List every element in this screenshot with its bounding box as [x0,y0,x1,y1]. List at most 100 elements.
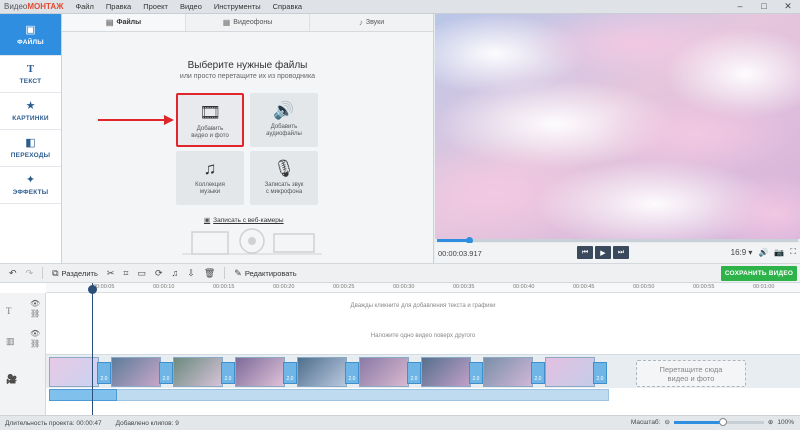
transition-marker[interactable]: 2.0 [345,362,359,384]
text-icon: T [26,63,35,75]
video-clip-thumbnail[interactable] [173,357,223,387]
transition-marker[interactable]: 2.0 [221,362,235,384]
toolbar-divider [224,267,226,279]
preview-timecode: 00:00:03.917 [438,248,482,258]
split-button[interactable]: Разделить [62,269,98,278]
video-clip-thumbnail[interactable] [545,357,595,387]
video-preview[interactable] [435,14,800,239]
preview-progress-bar[interactable] [437,237,798,244]
audio-track [46,388,800,403]
redo-icon[interactable]: ↷ [26,268,34,279]
fit-icon[interactable]: ▭ [137,268,146,279]
playhead-handle[interactable] [88,285,97,294]
transition-marker[interactable]: 2.0 [407,362,421,384]
zoom-slider-fill [673,420,724,424]
ruler-tick: 00:00:45 [573,284,595,290]
menu-video[interactable]: Видео [174,2,208,11]
zoom-slider-handle[interactable] [719,417,728,426]
zoom-out-icon[interactable]: ⊖ [664,418,669,426]
timeline-toolbar: ↶ ↷ ⧉ Разделить ✂ ⌗ ▭ ⟳ ♫ ⇩ 🗑 ✎ Редактир… [0,263,800,283]
transition-marker[interactable]: 2.0 [283,362,297,384]
video-clip-thumbnail[interactable] [297,357,347,387]
sidebar-item-effects[interactable]: ✦ ЭФФЕКТЫ [0,167,61,204]
edit-button[interactable]: Редактировать [245,269,297,278]
drop-zone[interactable]: Перетащите сюда видео и фото [636,360,746,387]
maximize-button[interactable]: □ [752,1,776,12]
export-audio-icon[interactable]: ⇩ [187,268,195,279]
snapshot-icon[interactable]: 📷 [774,248,784,257]
sidebar-item-pictures[interactable]: ★ КАРТИНКИ [0,93,61,130]
music-note-icon: ♪ [358,18,363,27]
scissors-icon[interactable]: ✂ [107,268,115,279]
magic-wand-icon: ✦ [25,174,36,186]
timeline-ruler[interactable]: 00:00:05 00:00:10 00:00:15 00:00:20 00:00:25… [46,283,800,293]
ruler-tick: 00:00:30 [393,284,415,290]
trash-icon[interactable]: 🗑 [204,268,215,279]
rotate-icon[interactable]: ⟳ [155,268,163,279]
save-video-button[interactable]: СОХРАНИТЬ ВИДЕО [721,266,797,281]
text-track-hint[interactable]: Дважды кликните для добавления текста и … [46,303,800,309]
record-microphone-button[interactable]: 🎙 Записать звук с микрофона [250,151,318,205]
transition-marker[interactable]: 2.0 [159,362,173,384]
video-clip-thumbnail[interactable] [359,357,409,387]
audio-replace-icon[interactable]: ♫ [172,268,179,278]
menu-file[interactable]: Файл [69,2,99,11]
video-clip-thumbnail[interactable] [421,357,471,387]
transition-marker[interactable]: 2.0 [531,362,545,384]
audio-clip[interactable] [49,389,609,401]
sidebar: ▣ ФАЙЛЫ T ТЕКСТ ★ КАРТИНКИ ◧ ПЕРЕХОДЫ ✦ … [0,14,62,263]
volume-icon[interactable]: 🔊 [758,248,768,257]
sidebar-item-transitions[interactable]: ◧ ПЕРЕХОДЫ [0,130,61,167]
overlay-track-icon: ▥ [6,335,15,346]
menu-help[interactable]: Справка [267,2,308,11]
undo-icon[interactable]: ↶ [9,268,17,279]
tab-files[interactable]: ▤ Файлы [62,14,186,31]
menu-edit[interactable]: Правка [100,2,137,11]
record-webcam-link[interactable]: ▣ Записать с веб-камеры [204,216,284,224]
menu-project[interactable]: Проект [137,2,174,11]
play-button[interactable]: ▶ [595,246,611,259]
link-icon[interactable]: ⛓ [30,309,40,318]
transitions-icon: ◧ [25,137,36,149]
ruler-tick: 00:00:50 [633,284,655,290]
toolbar-divider [42,267,44,279]
link-icon[interactable]: ⛓ [30,339,40,348]
zoom-control: Масштаб: ⊖ ⊕ 100% [631,417,794,426]
track-headers: T 👁 ⛓ ▥ 👁 ⛓ 🎥 [0,293,46,415]
transition-marker[interactable]: 2.0 [593,362,607,384]
sidebar-item-files[interactable]: ▣ ФАЙЛЫ [0,14,61,56]
sidebar-item-label: ПЕРЕХОДЫ [10,152,51,159]
crop-icon[interactable]: ⌗ [123,268,128,279]
zoom-slider[interactable] [673,417,764,426]
next-frame-button[interactable]: ⏭ [613,246,629,259]
sidebar-item-text[interactable]: T ТЕКСТ [0,56,61,93]
split-icon[interactable]: ⧉ [52,268,58,279]
transition-marker[interactable]: 2.0 [97,362,111,384]
video-clip-thumbnail[interactable] [483,357,533,387]
audio-clip-selected[interactable] [49,389,117,401]
zoom-in-icon[interactable]: ⊕ [768,418,773,426]
close-button[interactable]: ✕ [776,1,800,12]
overlay-track-header: ▥ 👁 ⛓ [0,329,46,353]
add-audio-button[interactable]: 🔊 Добавить аудиофайлы [250,93,318,147]
tab-label: Файлы [116,19,142,26]
video-clip-thumbnail[interactable] [235,357,285,387]
tab-video-backgrounds[interactable]: ▦ Видеофоны [186,14,310,31]
previous-frame-button[interactable]: ⏮ [577,246,593,259]
music-collection-button[interactable]: ♫ Коллекция музыки [176,151,244,205]
minimize-button[interactable]: – [728,1,752,12]
eye-icon[interactable]: 👁 [30,299,40,308]
aspect-ratio-select[interactable]: 16:9 ▾ [731,248,753,257]
transition-marker[interactable]: 2.0 [469,362,483,384]
add-video-photo-button[interactable]: 🎞 Добавить видео и фото [176,93,244,147]
video-clip-thumbnail[interactable] [111,357,161,387]
menu-tools[interactable]: Инструменты [208,2,267,11]
sidebar-item-label: ФАЙЛЫ [17,38,44,46]
tab-sounds[interactable]: ♪ Звуки [310,14,433,31]
edit-icon[interactable]: ✎ [234,268,242,279]
project-duration: Длительность проекта: 00:00:47 [5,419,102,427]
playhead[interactable] [88,283,97,415]
eye-icon[interactable]: 👁 [30,329,40,338]
fullscreen-icon[interactable]: ⛶ [790,247,796,257]
overlay-track-hint[interactable]: Наложите одно видео поверх другого [46,333,800,339]
